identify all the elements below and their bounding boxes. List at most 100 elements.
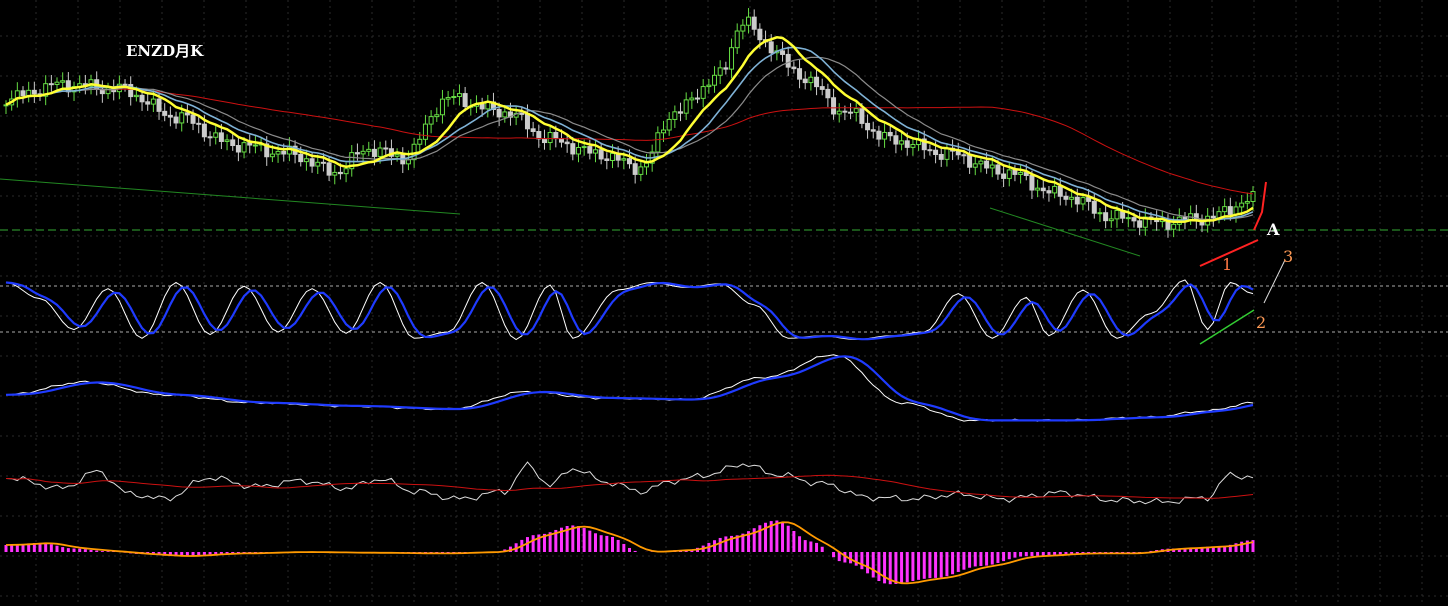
candle-body bbox=[1018, 172, 1024, 175]
candle-body bbox=[842, 110, 848, 113]
candle-body bbox=[802, 78, 808, 84]
candle-body bbox=[445, 96, 451, 100]
candle-body bbox=[1222, 206, 1228, 213]
candle-body bbox=[870, 129, 876, 132]
candle-body bbox=[332, 171, 338, 176]
candle-body bbox=[746, 16, 752, 26]
candle-body bbox=[570, 143, 576, 155]
macd-dif-line bbox=[6, 354, 1254, 422]
candle-body bbox=[700, 86, 706, 99]
candle-body bbox=[989, 164, 995, 169]
candle-body bbox=[524, 113, 530, 130]
candle-body bbox=[428, 116, 434, 125]
candle-body bbox=[1137, 220, 1143, 228]
candle-body bbox=[967, 154, 973, 168]
candle-body bbox=[326, 162, 332, 176]
candle-body bbox=[1074, 196, 1080, 205]
candle-body bbox=[479, 103, 485, 110]
candle-body bbox=[54, 81, 60, 85]
candle-body bbox=[1029, 174, 1035, 191]
candle-body bbox=[1057, 185, 1063, 197]
candle-body bbox=[269, 153, 275, 158]
candle-body bbox=[899, 140, 905, 145]
candle-body bbox=[819, 86, 825, 90]
candle-body bbox=[377, 147, 383, 157]
candle-body bbox=[893, 135, 899, 145]
candle-body bbox=[196, 122, 202, 125]
candle-body bbox=[235, 145, 241, 153]
candle-body bbox=[587, 146, 593, 154]
candle-body bbox=[621, 158, 627, 161]
candle-body bbox=[553, 132, 559, 140]
candle-body bbox=[609, 152, 615, 161]
candle-body bbox=[598, 149, 604, 160]
candle-body bbox=[978, 160, 984, 165]
candle-body bbox=[360, 150, 366, 155]
candle-body bbox=[1006, 169, 1012, 179]
candle-body bbox=[723, 67, 729, 70]
annotation-1: 1 bbox=[1222, 255, 1233, 274]
candle-body bbox=[797, 68, 803, 80]
rsi-line bbox=[5, 461, 1254, 505]
candle-body bbox=[808, 76, 814, 84]
candle-body bbox=[541, 138, 547, 144]
candle-body bbox=[853, 108, 859, 113]
candle-body bbox=[712, 74, 718, 86]
candle-body bbox=[20, 90, 26, 97]
candle-body bbox=[1035, 187, 1041, 191]
candle-body bbox=[757, 28, 763, 41]
candle-body bbox=[456, 93, 462, 98]
candle-body bbox=[831, 97, 837, 115]
candle-body bbox=[519, 112, 525, 115]
ma-slow-line bbox=[5, 88, 1254, 195]
candle-body bbox=[241, 142, 247, 153]
candle-body bbox=[31, 89, 37, 95]
candle-body bbox=[1052, 185, 1058, 194]
candle-body bbox=[944, 147, 950, 160]
candle-body bbox=[661, 129, 667, 134]
candle-body bbox=[1125, 217, 1131, 220]
candle-body bbox=[825, 88, 831, 99]
candle-body bbox=[230, 139, 236, 147]
candle-body bbox=[972, 163, 978, 168]
candle-body bbox=[179, 112, 185, 124]
annotation-3: 3 bbox=[1283, 247, 1294, 266]
candle-body bbox=[910, 144, 916, 148]
annotation-2: 2 bbox=[1256, 313, 1267, 332]
candle-body bbox=[678, 111, 684, 114]
candle-body bbox=[848, 111, 854, 114]
candle-body bbox=[638, 166, 644, 175]
candle-body bbox=[1131, 217, 1137, 222]
candle-body bbox=[1250, 191, 1256, 202]
candle-body bbox=[882, 131, 888, 140]
candle-body bbox=[502, 111, 508, 118]
candle-body bbox=[695, 97, 701, 100]
candle-body bbox=[354, 152, 360, 155]
candle-body bbox=[1239, 202, 1245, 208]
candle-body bbox=[337, 171, 343, 175]
chart-title: ENZD月K bbox=[126, 42, 204, 60]
candle-body bbox=[1114, 209, 1120, 220]
candle-body bbox=[167, 114, 173, 118]
candle-body bbox=[1063, 195, 1069, 200]
candle-body bbox=[1108, 218, 1114, 222]
candle-body bbox=[1103, 212, 1109, 222]
annotation-line-3 bbox=[1263, 259, 1286, 304]
candle-body bbox=[604, 158, 610, 161]
candle-body bbox=[644, 162, 650, 168]
candle-body bbox=[145, 101, 151, 105]
candle-body bbox=[938, 153, 944, 160]
candle-body bbox=[740, 24, 746, 32]
candle-body bbox=[190, 114, 196, 124]
candle-body bbox=[309, 158, 315, 167]
candle-body bbox=[275, 150, 281, 155]
candle-body bbox=[1210, 215, 1216, 219]
candle-body bbox=[122, 83, 128, 86]
candle-body bbox=[366, 148, 372, 152]
candle-body bbox=[417, 138, 423, 145]
candle-body bbox=[133, 94, 139, 98]
candle-body bbox=[729, 47, 735, 70]
candle-body bbox=[252, 144, 258, 147]
candle-body bbox=[201, 123, 207, 138]
candle-body bbox=[48, 83, 54, 86]
